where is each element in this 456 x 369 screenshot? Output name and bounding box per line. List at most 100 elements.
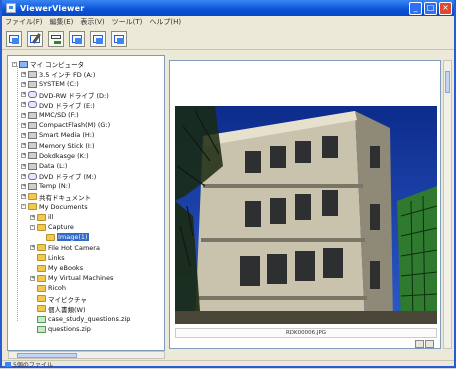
preview-controls bbox=[414, 340, 434, 348]
tree-item[interactable]: + 共有ドキュメント bbox=[21, 193, 91, 202]
expand-icon[interactable]: + bbox=[21, 102, 26, 108]
tree-item[interactable]: - My Documents bbox=[21, 203, 88, 211]
expand-icon bbox=[30, 265, 35, 271]
expand-icon[interactable]: + bbox=[21, 112, 26, 118]
expand-icon[interactable]: + bbox=[30, 245, 35, 251]
collapse-icon[interactable]: - bbox=[12, 61, 17, 67]
slideshow-icon[interactable] bbox=[111, 30, 127, 47]
view-icon[interactable] bbox=[69, 30, 85, 47]
tree-item-label: case_study_questions.zip bbox=[48, 315, 131, 323]
tree-item-label: Capture bbox=[48, 223, 74, 232]
tree-item[interactable]: + Memory Stick (I:) bbox=[21, 142, 95, 150]
menu-edit[interactable]: 編集(E) bbox=[50, 17, 74, 27]
expand-icon[interactable]: + bbox=[21, 132, 26, 138]
image-preview-panel: RDK00006.JPG bbox=[169, 60, 441, 349]
cd-icon bbox=[28, 91, 37, 99]
folder-icon bbox=[37, 284, 46, 292]
folder-icon bbox=[37, 213, 46, 221]
sort-icon[interactable] bbox=[48, 30, 64, 47]
drive-icon bbox=[28, 111, 37, 119]
tree-item-label: DVD-RW ドライブ (D:) bbox=[39, 91, 109, 100]
tree-item[interactable]: case_study_questions.zip bbox=[30, 315, 130, 323]
tree-item-label: My Virtual Machines bbox=[48, 274, 114, 283]
scroll-thumb[interactable] bbox=[17, 353, 77, 358]
tree-item-label: 共有ドキュメント bbox=[39, 193, 91, 202]
tree-item[interactable]: + MMC/SD (F:) bbox=[21, 111, 79, 119]
minimize-button[interactable]: _ bbox=[409, 1, 422, 15]
menu-tools[interactable]: ツール(T) bbox=[112, 17, 143, 27]
expand-icon[interactable]: + bbox=[21, 194, 26, 200]
file-icon bbox=[37, 315, 46, 323]
folder-icon bbox=[37, 295, 46, 303]
folder-icon bbox=[28, 193, 37, 201]
tree-item[interactable]: questions.zip bbox=[30, 325, 91, 333]
expand-icon[interactable]: + bbox=[21, 153, 26, 159]
menu-file[interactable]: ファイル(F) bbox=[5, 17, 43, 27]
tree-item[interactable]: + File Hot Camera bbox=[30, 244, 100, 252]
folder-icon bbox=[37, 305, 46, 313]
tree-item-label: DVD ドライブ (M:) bbox=[39, 173, 97, 182]
menu-view[interactable]: 表示(V) bbox=[80, 17, 104, 27]
expand-icon[interactable]: + bbox=[21, 163, 26, 169]
tree-item[interactable]: + ill bbox=[30, 213, 53, 221]
collapse-icon[interactable]: - bbox=[30, 224, 35, 230]
tree-item[interactable]: + DVD ドライブ (E:) bbox=[21, 101, 95, 110]
tree-item[interactable]: - マイ コンピュータ bbox=[12, 60, 85, 69]
tree-item-label: 3.5 インチ FD (A:) bbox=[39, 71, 96, 80]
preview-vertical-scrollbar[interactable] bbox=[443, 60, 452, 349]
expand-icon[interactable]: + bbox=[30, 214, 35, 220]
tree-item[interactable]: My eBooks bbox=[30, 264, 83, 272]
tree-item[interactable]: + Data (L:) bbox=[21, 162, 67, 170]
tree-item[interactable]: + Temp (N:) bbox=[21, 182, 71, 190]
tree-horizontal-scrollbar[interactable] bbox=[8, 351, 165, 359]
tree-item[interactable]: + SYSTEM (C:) bbox=[21, 80, 79, 88]
tree-item[interactable]: + CompactFlash(M) (G:) bbox=[21, 121, 110, 129]
expand-icon[interactable]: + bbox=[21, 173, 26, 179]
expand-icon[interactable]: + bbox=[21, 183, 26, 189]
expand-icon[interactable]: + bbox=[21, 92, 26, 98]
collapse-icon[interactable]: - bbox=[21, 204, 26, 210]
tree-item[interactable]: + DVD-RW ドライブ (D:) bbox=[21, 91, 109, 100]
open-icon[interactable] bbox=[6, 30, 22, 47]
close-button[interactable]: × bbox=[439, 1, 452, 15]
expand-icon[interactable]: + bbox=[21, 71, 26, 77]
tree-item-label: Links bbox=[48, 253, 65, 262]
drive-icon bbox=[28, 162, 37, 170]
tree-item[interactable]: Image(1) bbox=[39, 233, 89, 242]
drive-icon bbox=[28, 121, 37, 129]
folder-icon bbox=[28, 203, 37, 211]
tree-item[interactable]: Links bbox=[30, 254, 65, 262]
scroll-thumb[interactable] bbox=[445, 71, 450, 93]
preview-photo[interactable] bbox=[175, 106, 437, 324]
copy-icon[interactable] bbox=[90, 30, 106, 47]
tree-item-label: Data (L:) bbox=[39, 162, 68, 170]
tree-item[interactable]: + My Virtual Machines bbox=[30, 274, 113, 282]
expand-icon[interactable]: + bbox=[21, 81, 26, 87]
tree-item-label: マイ コンピュータ bbox=[30, 61, 85, 69]
zoom-fit-icon[interactable] bbox=[415, 340, 424, 348]
status-bar: 5個のファイル bbox=[2, 360, 454, 369]
folder-icon bbox=[37, 244, 46, 252]
folder-icon bbox=[37, 274, 46, 282]
tree-item[interactable]: + Dokdkasge (K:) bbox=[21, 152, 89, 160]
title-bar[interactable]: ViewerViewer _ □ × bbox=[2, 0, 454, 16]
tree-item[interactable]: - Capture bbox=[30, 223, 74, 231]
tree-item[interactable]: Ricoh bbox=[30, 284, 66, 292]
folder-tree[interactable]: - マイ コンピュータ +3.5 インチ FD (A:) + SYSTEM (C:) + D… bbox=[7, 55, 165, 351]
tree-item[interactable]: 個人書類(W) bbox=[30, 305, 86, 314]
drive-icon bbox=[28, 131, 37, 139]
zoom-actual-icon[interactable] bbox=[425, 340, 434, 348]
folder-icon bbox=[37, 264, 46, 272]
tree-item[interactable]: + Smart Media (H:) bbox=[21, 131, 94, 139]
menu-help[interactable]: ヘルプ(H) bbox=[149, 17, 181, 27]
expand-icon[interactable]: + bbox=[30, 275, 35, 281]
tree-item[interactable]: + DVD ドライブ (M:) bbox=[21, 172, 97, 182]
expand-icon[interactable]: + bbox=[21, 143, 26, 149]
edit-icon[interactable] bbox=[27, 30, 43, 47]
tree-item[interactable]: マイピクチャ bbox=[30, 295, 87, 304]
expand-icon[interactable]: + bbox=[21, 122, 26, 128]
tree-item[interactable]: +3.5 インチ FD (A:) bbox=[21, 70, 96, 80]
maximize-button[interactable]: □ bbox=[424, 1, 437, 15]
tree-item-label: SYSTEM (C:) bbox=[39, 80, 79, 89]
tree-item-label: Ricoh bbox=[48, 284, 66, 293]
